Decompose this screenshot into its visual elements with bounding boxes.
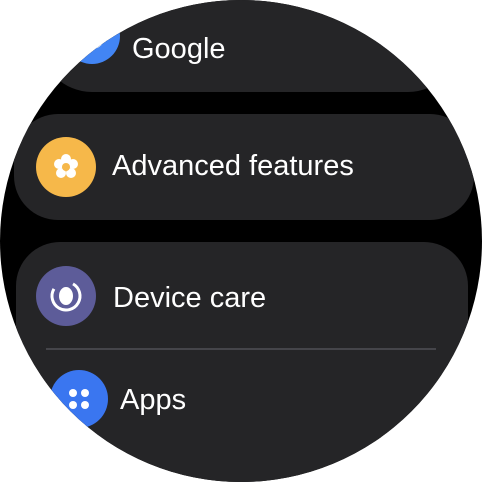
menu-group-device-apps: Device care Apps <box>16 242 468 482</box>
menu-item-label-advanced-features: Advanced features <box>112 150 354 182</box>
menu-item-apps[interactable]: Apps <box>16 350 468 460</box>
apps-icon <box>50 370 108 428</box>
google-icon <box>64 8 120 64</box>
menu-item-advanced-features[interactable]: Advanced features <box>14 114 474 220</box>
menu-item-label-apps: Apps <box>120 384 187 416</box>
watch-screen: Google Advanced features Device care App… <box>0 0 482 482</box>
device-care-icon <box>36 266 96 326</box>
menu-item-label-google: Google <box>132 33 226 65</box>
menu-item-device-care[interactable]: Device care <box>16 242 468 348</box>
advanced-features-icon <box>36 137 96 197</box>
menu-item-google[interactable]: Google <box>40 0 460 92</box>
menu-item-label-device-care: Device care <box>113 282 267 314</box>
